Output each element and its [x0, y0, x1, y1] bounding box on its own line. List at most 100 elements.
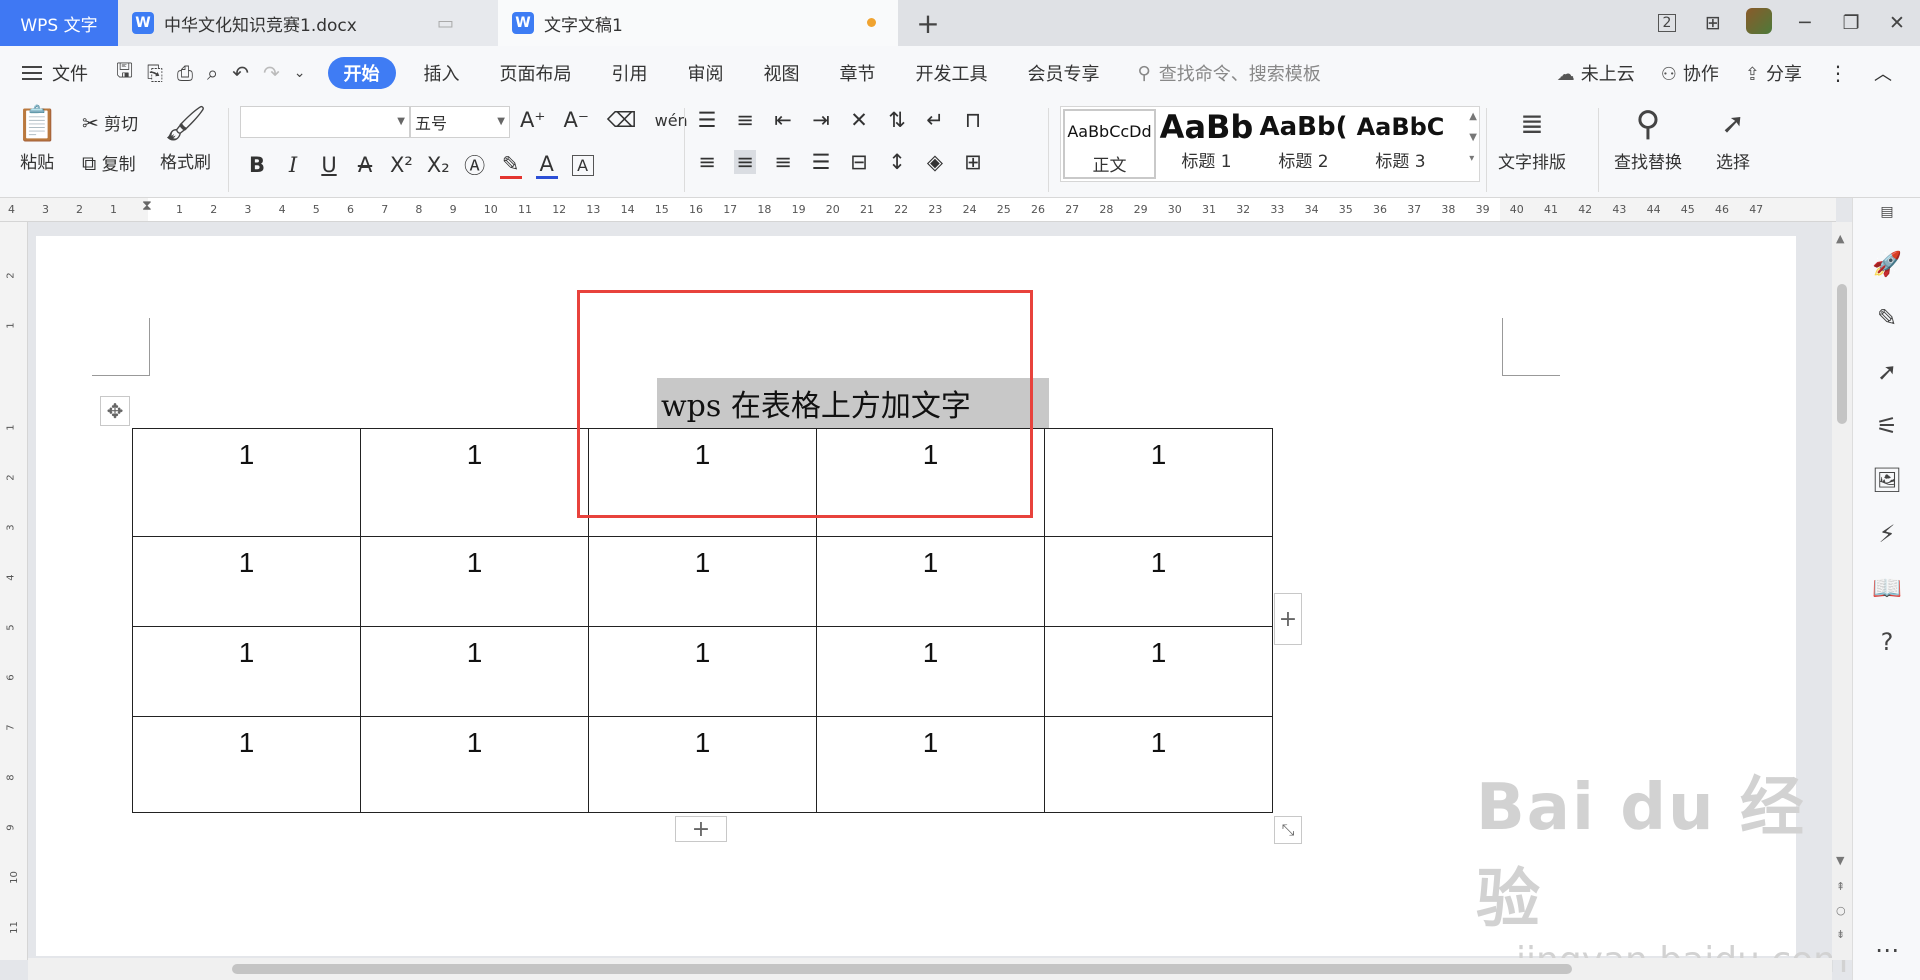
table-cell[interactable]: 1 — [132, 536, 361, 627]
table-cell[interactable]: 1 — [816, 536, 1045, 627]
sidebar-collapse-icon[interactable]: ▤ — [1853, 204, 1920, 220]
table-cell[interactable]: 1 — [1044, 716, 1273, 813]
decrease-indent-icon[interactable]: ⇤ — [772, 108, 794, 132]
horizontal-scrollbar[interactable] — [28, 958, 1832, 980]
text-effect-icon[interactable]: Ⓐ — [464, 150, 486, 180]
format-painter-button[interactable]: 🖌 格式刷 — [160, 106, 211, 173]
table-cell[interactable]: 1 — [132, 626, 361, 717]
table-cell[interactable]: 1 — [132, 716, 361, 813]
share-button[interactable]: ⇪ 分享 — [1745, 60, 1802, 86]
grow-font-icon[interactable]: A⁺ — [520, 108, 545, 132]
vertical-scrollbar[interactable]: ▲ ▼ ⇞ ○ ⇟ — [1832, 222, 1852, 960]
scroll-down-icon[interactable]: ▼ — [1836, 854, 1844, 867]
monitor-icon[interactable]: ▭ — [437, 13, 454, 34]
table-cell[interactable]: 1 — [1044, 428, 1273, 537]
char-border-icon[interactable]: A — [571, 154, 594, 176]
book-icon[interactable]: 📖 — [1853, 574, 1920, 602]
chevron-down-icon[interactable]: ▼ — [1469, 132, 1477, 143]
horizontal-scroll-thumb[interactable] — [232, 964, 1572, 974]
collaborate-button[interactable]: ⚇ 协作 — [1661, 60, 1719, 86]
help-icon[interactable]: ? — [1853, 628, 1920, 656]
italic-icon[interactable]: I — [282, 153, 304, 177]
table-resize-handle-icon[interactable]: ⤡ — [1274, 816, 1302, 844]
highlight-icon[interactable]: ✎ — [499, 152, 522, 179]
table-cell[interactable]: 1 — [588, 536, 817, 627]
add-row-button[interactable]: + — [675, 816, 727, 842]
avatar[interactable] — [1736, 7, 1782, 39]
menu-tab-layout[interactable]: 页面布局 — [480, 60, 592, 86]
increase-indent-icon[interactable]: ⇥ — [810, 108, 832, 132]
style-heading-3[interactable]: AaBbC 标题 3 — [1352, 107, 1449, 181]
bullet-list-icon[interactable]: ☰ — [696, 108, 718, 132]
unsaved-dot-icon[interactable] — [867, 18, 876, 27]
expand-gallery-icon[interactable]: ▾ — [1469, 153, 1477, 164]
command-search[interactable]: ⚲ 查找命令、搜索模板 — [1138, 60, 1321, 86]
menu-tab-section[interactable]: 章节 — [820, 60, 896, 86]
horizontal-ruler[interactable]: 4 3 2 1 ⧗ 1 2 3 4 5 6 7 8 9 10 11 12 13 14 15 16 17 18 19 2… — [0, 198, 1836, 222]
vertical-scroll-thumb[interactable] — [1837, 284, 1847, 424]
new-tab-button[interactable]: + — [898, 0, 958, 46]
table-cell[interactable]: 1 — [1044, 626, 1273, 717]
tab-document-2[interactable]: W 文字文稿1 — [498, 0, 898, 46]
style-heading-2[interactable]: AaBb( 标题 2 — [1255, 107, 1352, 181]
table-cell[interactable]: 1 — [816, 716, 1045, 813]
table-cell[interactable]: 1 — [588, 626, 817, 717]
justify-icon[interactable]: ☰ — [810, 150, 832, 174]
page-count-icon[interactable]: 2 — [1644, 14, 1690, 32]
cursor-icon[interactable]: ➚ — [1853, 358, 1920, 386]
collapse-ribbon-icon[interactable]: ︿ — [1874, 60, 1892, 86]
sliders-icon[interactable]: ⚟ — [1853, 412, 1920, 440]
table-cell[interactable]: 1 — [816, 626, 1045, 717]
chevron-up-icon[interactable]: ▲ — [1469, 111, 1477, 122]
align-right-icon[interactable]: ≡ — [772, 150, 794, 174]
chinese-layout-icon[interactable]: ✕ — [848, 108, 870, 132]
distribute-icon[interactable]: ⊟ — [848, 150, 870, 174]
superscript-icon[interactable]: X² — [390, 153, 413, 177]
print-icon[interactable]: ⎙ — [177, 61, 193, 85]
shrink-font-icon[interactable]: A⁻ — [563, 108, 588, 132]
more-options-icon[interactable]: ⋮ — [1828, 61, 1848, 85]
tab-document-1[interactable]: W 中华文化知识竞赛1.docx ▭ — [118, 0, 498, 46]
font-name-select[interactable]: ▼ — [240, 106, 410, 138]
subscript-icon[interactable]: X₂ — [427, 153, 450, 177]
borders-icon[interactable]: ⊞ — [962, 150, 984, 174]
find-replace-button[interactable]: ⚲ 查找替换 — [1614, 106, 1682, 173]
add-column-button[interactable]: + — [1274, 593, 1302, 645]
redo-icon[interactable]: ↷ — [263, 61, 280, 85]
scroll-up-icon[interactable]: ▲ — [1836, 232, 1844, 245]
menu-tab-home[interactable]: 开始 — [327, 57, 396, 89]
grid-apps-icon[interactable]: ⊞ — [1690, 12, 1736, 34]
style-normal[interactable]: AaBbCcDd 正文 — [1063, 109, 1156, 179]
font-size-select[interactable]: 五号 ▼ — [410, 106, 510, 138]
pen-icon[interactable]: ✎ — [1853, 304, 1920, 332]
table-cell[interactable]: 1 — [360, 428, 589, 537]
text-layout-button[interactable]: ≣ 文字排版 — [1498, 106, 1566, 173]
clear-format-icon[interactable]: ⌫ — [607, 108, 637, 132]
sort-icon[interactable]: ⇅ — [886, 108, 908, 132]
menu-tab-review[interactable]: 审阅 — [668, 60, 744, 86]
select-button[interactable]: ➚ 选择 — [1716, 106, 1750, 173]
export-icon[interactable]: ⎘ — [147, 61, 163, 85]
table-cell[interactable]: 1 — [360, 536, 589, 627]
minimize-icon[interactable]: ─ — [1782, 12, 1828, 34]
show-marks-icon[interactable]: ↵ — [924, 108, 946, 132]
bold-icon[interactable]: B — [246, 153, 268, 177]
style-heading-1[interactable]: AaBb 标题 1 — [1158, 107, 1255, 181]
menu-tab-developer[interactable]: 开发工具 — [896, 60, 1008, 86]
tab-ruler-icon[interactable]: ⊓ — [962, 108, 984, 132]
pinyin-guide-icon[interactable]: wén — [655, 111, 688, 130]
next-page-icon[interactable]: ⇟ — [1836, 928, 1845, 941]
font-color-icon[interactable]: A — [535, 152, 558, 179]
shading-icon[interactable]: ◈ — [924, 150, 946, 174]
strikethrough-icon[interactable]: A — [354, 153, 376, 177]
table-cell[interactable]: 1 — [360, 626, 589, 717]
file-menu[interactable]: 文件 — [0, 60, 110, 86]
close-icon[interactable]: ✕ — [1874, 12, 1920, 34]
cut-button[interactable]: ✂ 剪切 — [82, 110, 138, 135]
image-icon[interactable]: 🖼 — [1853, 466, 1920, 494]
rocket-icon[interactable]: 🚀 — [1853, 250, 1920, 278]
cloud-status-button[interactable]: ☁ 未上云 — [1557, 60, 1635, 86]
save-icon[interactable]: 🖫 — [116, 56, 133, 90]
indent-marker-icon[interactable]: ⧗ — [142, 198, 152, 214]
paste-button[interactable]: 📋 粘贴 — [16, 106, 58, 173]
